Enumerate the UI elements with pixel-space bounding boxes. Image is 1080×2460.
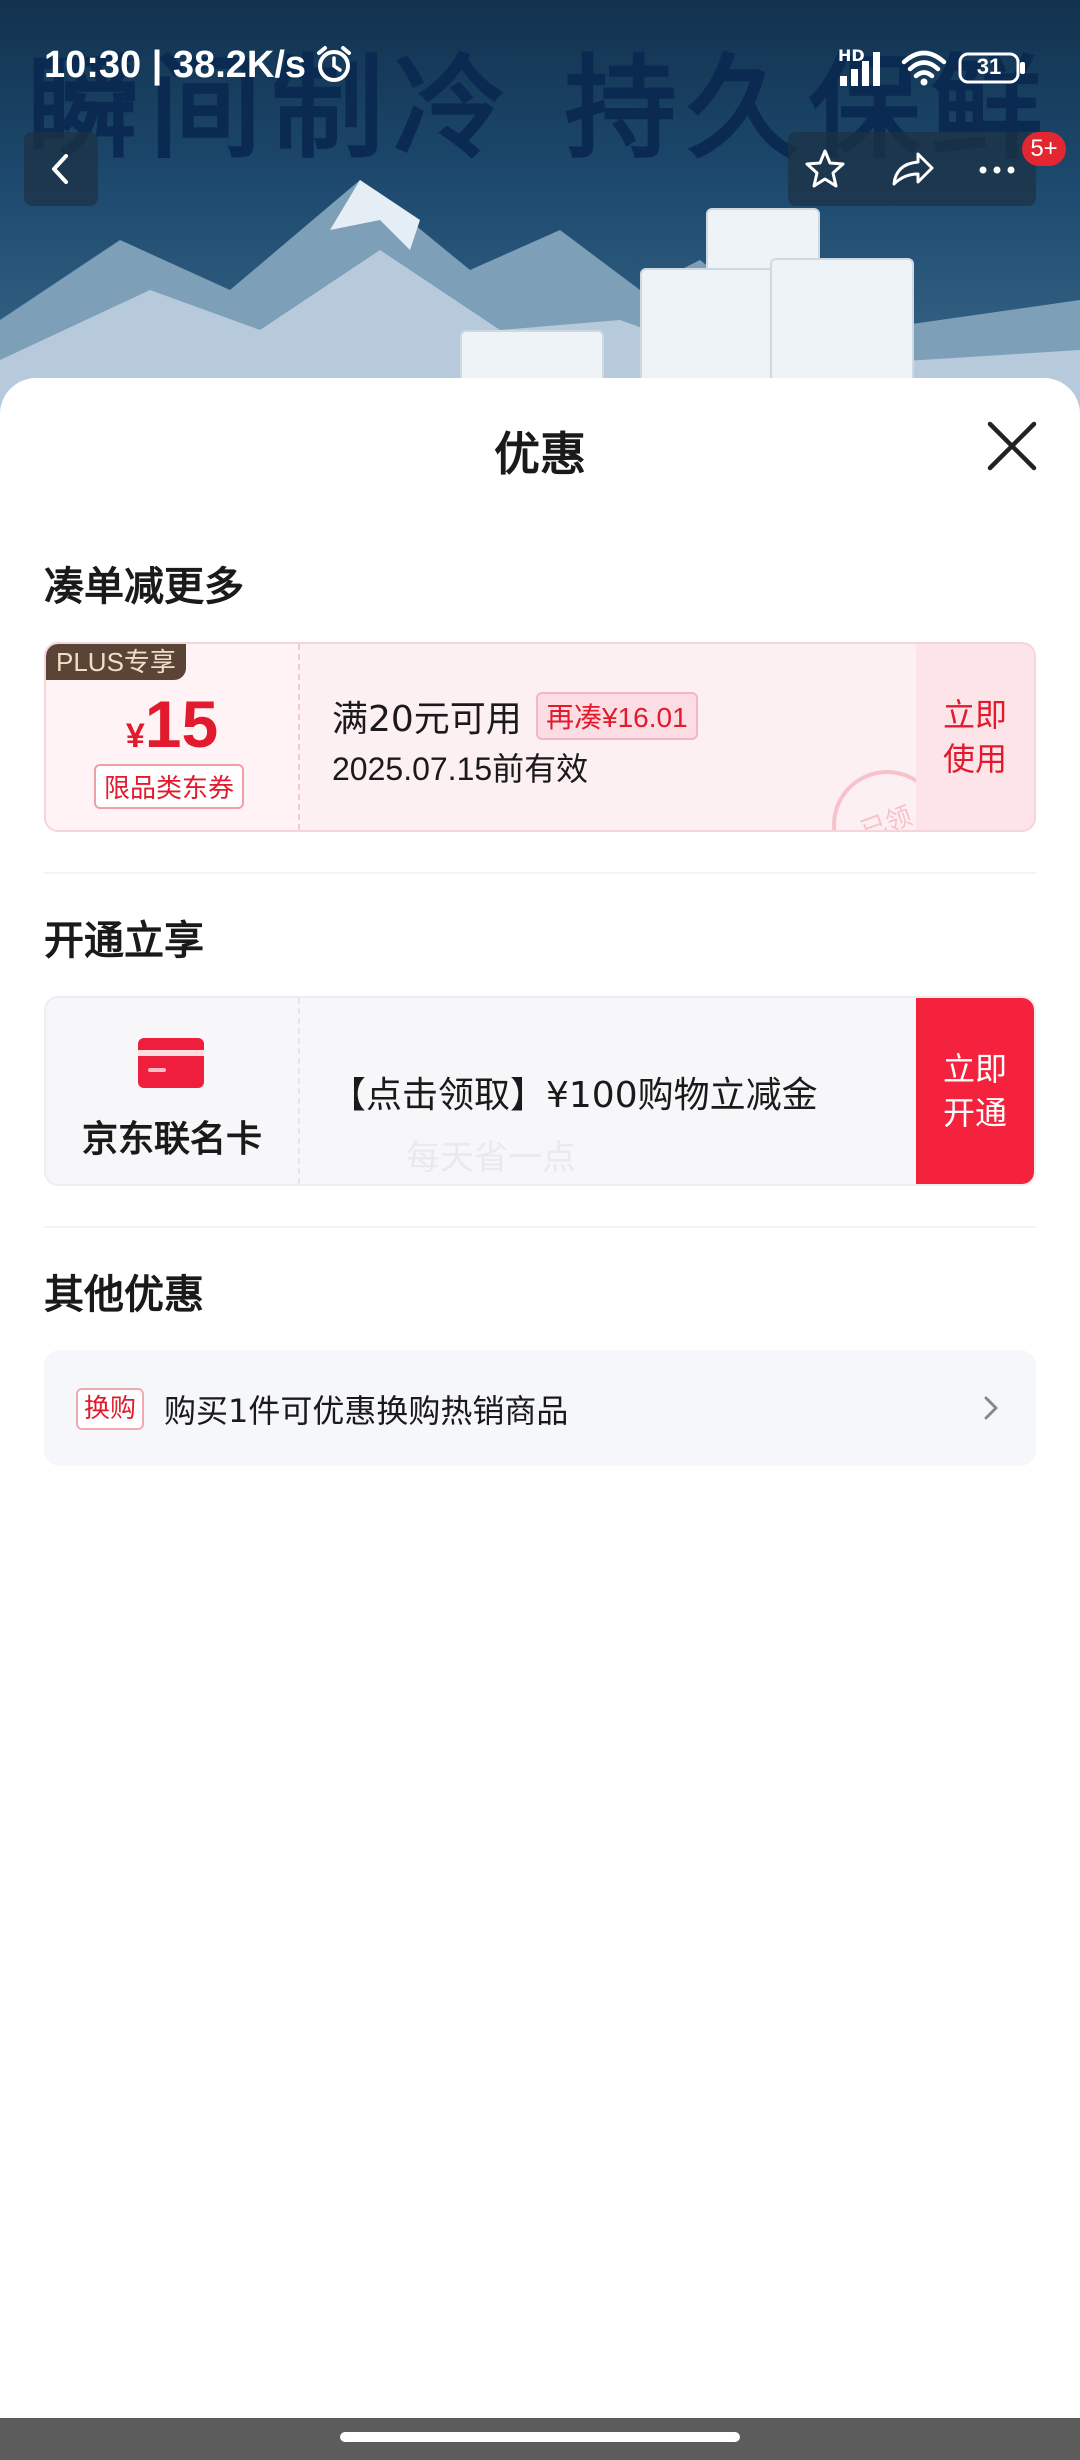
watermark-text: 每天省一点 [406,1138,576,1178]
share-icon[interactable] [874,132,948,206]
divider [44,872,1036,874]
divider [44,1226,1036,1228]
coupon-card[interactable]: ¥15 限品类东券 PLUS专享 满20元可用 再凑¥16.01 2025.07… [44,642,1036,832]
back-button[interactable] [24,132,98,206]
use-coupon-button[interactable]: 立即使用 [916,644,1034,830]
hd-label: HD [838,46,865,65]
coupon-amount: ¥15 [46,686,298,762]
star-icon[interactable] [788,132,862,206]
open-card-label: 立即开通 [942,1050,1007,1132]
discount-sheet: 优惠 凑单减更多 ¥15 限品类东券 PLUS专享 满20元可用 再凑¥16.0… [0,378,1080,2418]
use-coupon-label: 立即使用 [942,696,1007,778]
alarm-icon [317,46,351,82]
exchange-offer-text: 购买1件可优惠换购热销商品 [164,1392,569,1430]
card-offer-description: 【点击领取】¥100购物立减金 [330,1075,818,1116]
coupon-condition: 满20元可用 [332,699,522,740]
battery-level: 31 [976,54,1002,79]
plus-exclusive-tag: PLUS专享 [46,644,186,680]
credit-card-offer[interactable]: 京东联名卡 【点击领取】¥100购物立减金 每天省一点 立即开通 [44,996,1036,1186]
open-card-button[interactable]: 立即开通 [916,998,1034,1184]
chevron-left-icon [52,154,68,184]
card-name: 京东联名卡 [81,1119,262,1160]
top-actions [788,132,1036,206]
section-title-open: 开通立享 [44,918,204,964]
exchange-offer-row[interactable]: 换购 购买1件可优惠换购热销商品 [44,1350,1036,1466]
status-time: 10:30 | 38.2K/s [44,44,307,86]
sheet-title: 优惠 [494,427,586,481]
exchange-tag: 换购 [76,1388,145,1430]
chevron-right-icon [984,1396,998,1420]
credit-card-icon [138,1038,204,1088]
wifi-icon [901,50,947,86]
card-panel: 京东联名卡 [46,998,300,1184]
coupon-currency: ¥ [125,717,145,755]
navigation-bar [0,2418,1080,2460]
notification-badge: 5+ [1022,132,1066,166]
section-title-other: 其他优惠 [44,1272,204,1318]
section-title-more: 凑单减更多 [44,564,244,610]
coupon-more-needed: 再凑¥16.01 [536,692,698,740]
coupon-validity: 2025.07.15前有效 [332,751,589,787]
coupon-type-tag: 限品类东券 [94,764,245,809]
status-bar: 10:30 | 38.2K/s HD 31 [0,0,1080,136]
close-icon[interactable] [984,418,1040,474]
home-indicator[interactable] [340,2432,740,2442]
coupon-value: 15 [144,687,219,761]
